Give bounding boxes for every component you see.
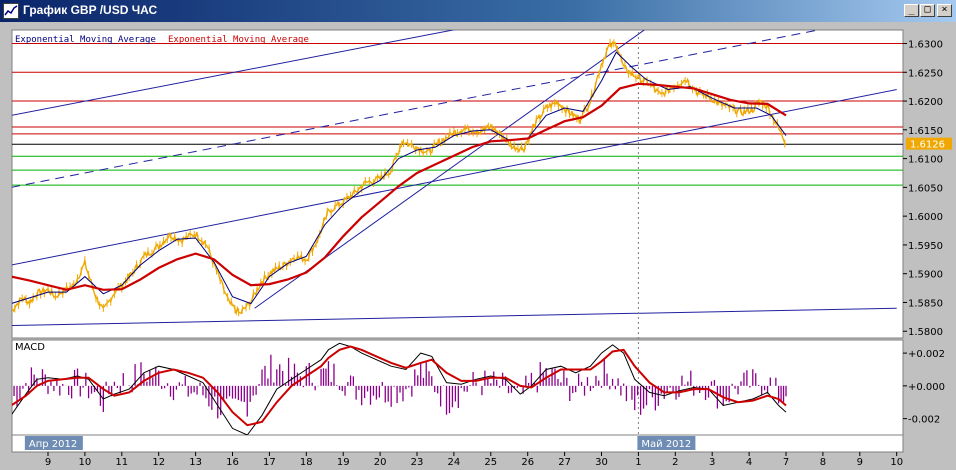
x-tick-label: 26 [521,457,534,468]
y-tick-label: 1.5900 [908,270,943,281]
x-tick-label: 2 [672,457,678,468]
y-tick-label: 1.5950 [908,241,943,252]
y-tick-label: 1.6200 [908,97,943,108]
chart-area[interactable]: Exponential_Moving_Average Exponential_Mo… [0,22,956,470]
y-tick-label: 1.6100 [908,155,943,166]
x-tick-label: 12 [152,457,165,468]
x-tick-label: 10 [890,457,903,468]
x-tick-label: 13 [189,457,202,468]
y-tick-label: 1.5850 [908,298,943,309]
legend-ema-fast: Exponential_Moving_Average [15,35,156,45]
x-tick-label: 8 [820,457,826,468]
x-tick-label: 3 [709,457,715,468]
y-tick-label: 1.6300 [908,40,943,51]
close-button[interactable]: × [937,4,952,17]
legend-ema-slow: Exponential_Moving_Average [168,35,309,45]
x-tick-label: 24 [448,457,461,468]
x-tick-label: 20 [374,457,387,468]
main-plot-area[interactable] [11,29,904,339]
y-tick-label: 1.6050 [908,183,943,194]
last-price-label: 1.6126 [910,140,945,151]
x-tick-label: 1 [635,457,641,468]
x-tick-label: 18 [300,457,313,468]
window-title: График GBP /USD ЧАС [23,3,158,17]
macd-y-tick-label: +0.000 [908,382,945,393]
x-tick-label: 27 [558,457,571,468]
y-tick-label: 1.6000 [908,212,943,223]
x-tick-label: 4 [746,457,752,468]
x-tick-label: 25 [484,457,497,468]
date-tag-label-0: Апр 2012 [29,439,77,450]
macd-y-tick-label: -0.002 [908,415,940,426]
macd-plot-area[interactable] [11,339,904,436]
x-tick-label: 16 [226,457,239,468]
x-tick-label: 9 [45,457,51,468]
y-tick-label: 1.6250 [908,68,943,79]
maximize-button[interactable]: □ [920,4,935,17]
window-titlebar: График GBP /USD ЧАС _ □ × [0,0,956,22]
x-tick-label: 9 [857,457,863,468]
x-tick-label: 11 [115,457,128,468]
y-tick-label: 1.6150 [908,126,943,137]
chart-window-icon [3,3,19,19]
x-tick-label: 19 [337,457,350,468]
x-axis-area [11,434,904,453]
minimize-button[interactable]: _ [904,4,919,17]
x-tick-label: 23 [411,457,424,468]
macd-title: MACD [15,342,45,353]
x-tick-label: 30 [595,457,608,468]
macd-y-tick-label: +0.002 [908,349,945,360]
x-tick-label: 7 [783,457,789,468]
date-tag-label-1: Май 2012 [641,439,691,450]
x-tick-label: 17 [263,457,276,468]
x-tick-label: 10 [79,457,92,468]
y-tick-label: 1.5800 [908,327,943,338]
